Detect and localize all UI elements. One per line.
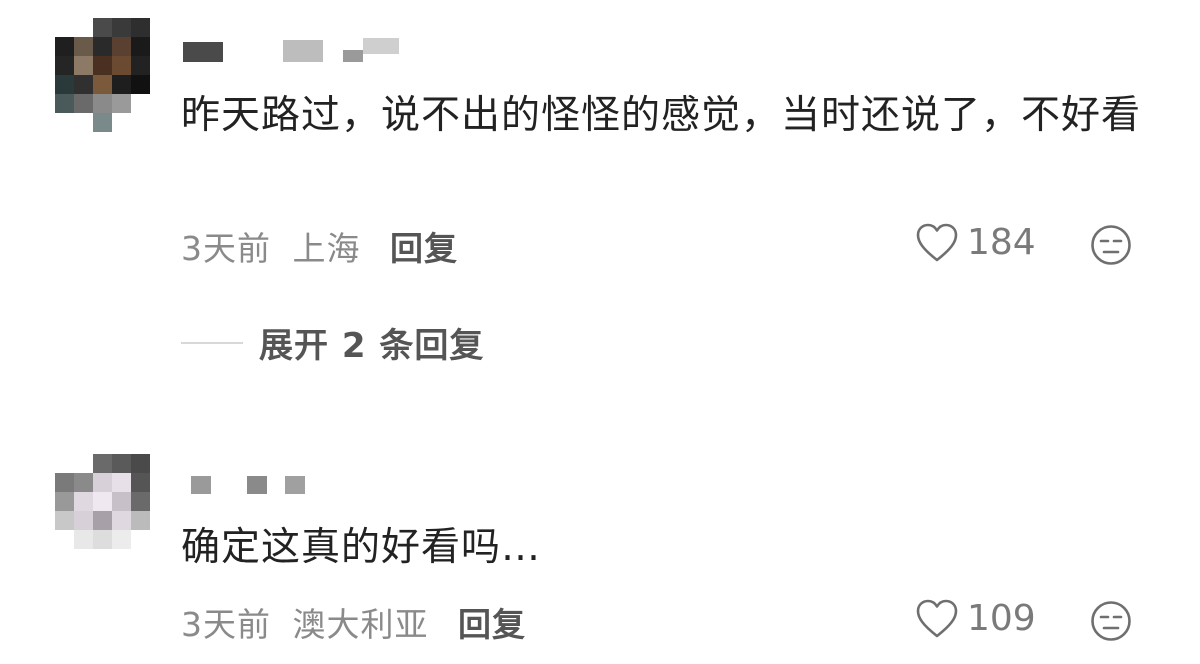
heart-outline-icon	[916, 223, 958, 261]
comment-text: 昨天路过，说不出的怪怪的感觉，当时还说了，不好看	[181, 93, 1142, 138]
comment-item: 昨天路过，说不出的怪怪的感觉，当时还说了，不好看 3天前 上海 回复 184 展…	[0, 0, 1200, 400]
reply-button[interactable]: 回复	[390, 229, 458, 268]
comment-text: 确定这真的好看吗…	[181, 525, 542, 570]
comment-item: 确定这真的好看吗… 3天前 澳大利亚 回复 109	[0, 440, 1200, 664]
comment-location: 澳大利亚	[292, 605, 429, 644]
expand-replies-label: 展开 2 条回复	[259, 326, 485, 366]
avatar[interactable]	[55, 454, 151, 550]
avatar[interactable]	[55, 18, 151, 132]
heart-outline-icon	[916, 599, 958, 637]
like-button[interactable]: 184	[915, 222, 1036, 263]
comment-time: 3天前	[181, 605, 271, 644]
neutral-face-icon[interactable]	[1090, 600, 1132, 642]
expand-replies-button[interactable]: 展开 2 条回复	[181, 318, 484, 367]
neutral-face-icon[interactable]	[1090, 224, 1132, 266]
reply-button[interactable]: 回复	[458, 605, 526, 644]
like-button[interactable]: 109	[915, 598, 1036, 639]
divider	[181, 341, 243, 344]
like-count: 109	[967, 598, 1036, 639]
comment-time: 3天前	[181, 229, 271, 268]
comment-meta: 3天前 上海 回复	[181, 222, 458, 270]
comment-meta: 3天前 澳大利亚 回复	[181, 598, 526, 646]
comment-location: 上海	[292, 229, 361, 268]
like-count: 184	[967, 222, 1036, 263]
